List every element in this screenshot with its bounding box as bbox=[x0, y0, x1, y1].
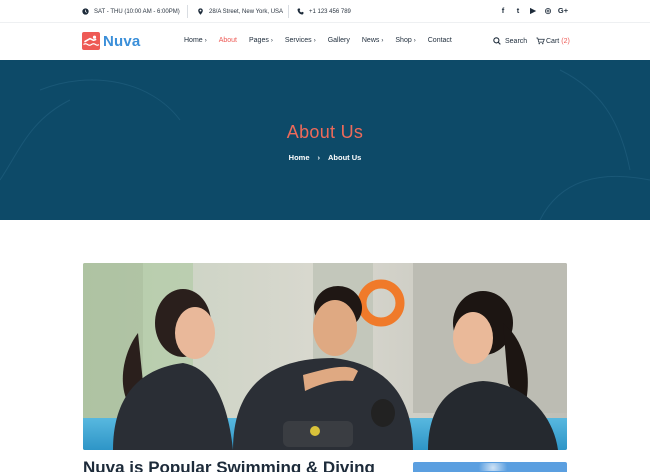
main-nav: Home › About Pages › Services › Gallery New… bbox=[184, 37, 464, 44]
nav-item-contact[interactable]: Contact bbox=[428, 37, 452, 44]
chevron-right-icon: › bbox=[204, 38, 207, 44]
phone[interactable]: +1 123 456 789 bbox=[297, 6, 351, 17]
opening-hours-text: SAT - THU (10:00 AM - 6:00PM) bbox=[94, 8, 180, 15]
phone-icon bbox=[297, 8, 304, 15]
section-title: Nuva is Popular Swimming & Diving bbox=[83, 458, 375, 472]
nav-item-shop[interactable]: Shop › bbox=[395, 37, 415, 44]
cart-icon bbox=[536, 37, 545, 45]
cart-count-badge: (2) bbox=[561, 37, 570, 45]
address: 28/A Street, New York, USA bbox=[197, 6, 283, 17]
divider bbox=[288, 5, 289, 18]
facebook-icon[interactable]: f bbox=[499, 5, 507, 15]
chevron-right-icon: › bbox=[270, 38, 273, 44]
youtube-icon[interactable]: ▶ bbox=[529, 5, 537, 15]
cart-button[interactable]: Cart (2) bbox=[536, 37, 570, 45]
breadcrumb-home-link[interactable]: Home bbox=[289, 153, 310, 162]
logo[interactable]: Nuva bbox=[82, 32, 140, 50]
nav-item-pages[interactable]: Pages › bbox=[249, 37, 273, 44]
opening-hours: SAT - THU (10:00 AM - 6:00PM) bbox=[82, 6, 180, 17]
side-image-card bbox=[413, 462, 567, 472]
nav-item-home[interactable]: Home › bbox=[184, 37, 207, 44]
page-title: About Us bbox=[286, 122, 364, 142]
clock-icon bbox=[82, 8, 89, 15]
page-hero: About Us Home › About Us bbox=[0, 60, 650, 220]
search-label: Search bbox=[505, 37, 528, 45]
chevron-right-icon: › bbox=[313, 38, 316, 44]
phone-text: +1 123 456 789 bbox=[309, 8, 351, 15]
social-links: f t ▶ ◎ G+ bbox=[499, 5, 568, 15]
map-pin-icon bbox=[198, 8, 203, 15]
address-text: 28/A Street, New York, USA bbox=[209, 8, 284, 15]
nav-item-news[interactable]: News › bbox=[362, 37, 384, 44]
logo-text: Nuva bbox=[103, 32, 141, 50]
breadcrumb: Home › About Us bbox=[0, 153, 650, 162]
instagram-icon[interactable]: ◎ bbox=[544, 5, 552, 15]
swimmer-logo-icon bbox=[82, 32, 100, 50]
about-photo bbox=[83, 263, 567, 450]
divider bbox=[187, 5, 188, 18]
twitter-icon[interactable]: t bbox=[514, 5, 522, 15]
top-info-bar: SAT - THU (10:00 AM - 6:00PM) 28/A Stree… bbox=[0, 0, 650, 23]
chevron-right-icon: › bbox=[381, 38, 384, 44]
search-icon bbox=[493, 37, 501, 45]
google-plus-icon[interactable]: G+ bbox=[558, 5, 568, 15]
cart-label: Cart bbox=[546, 37, 560, 45]
breadcrumb-current: About Us bbox=[328, 153, 362, 162]
site-header: Nuva Home › About Pages › Services › Galler… bbox=[0, 23, 650, 60]
chevron-right-icon: › bbox=[317, 153, 321, 162]
nav-item-services[interactable]: Services › bbox=[285, 37, 316, 44]
search-button[interactable]: Search bbox=[493, 37, 527, 45]
nav-item-about[interactable]: About bbox=[219, 37, 237, 44]
nav-item-gallery[interactable]: Gallery bbox=[328, 37, 350, 44]
chevron-right-icon: › bbox=[413, 38, 416, 44]
